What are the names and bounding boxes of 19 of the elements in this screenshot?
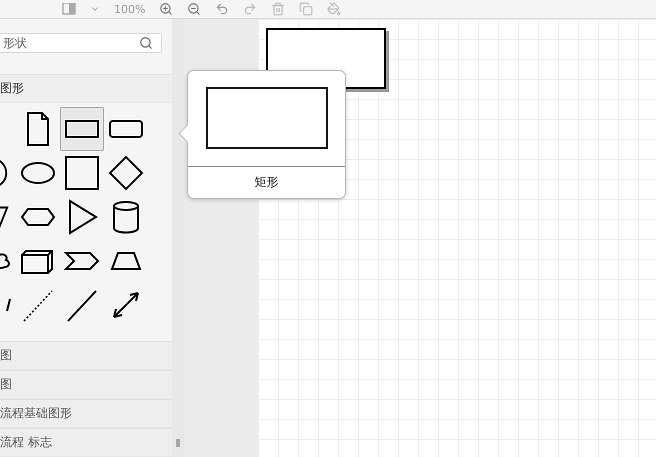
zoom-in-icon[interactable] [159,2,174,16]
square-shape-icon [62,153,102,193]
curve-shape-icon [5,298,11,312]
section-header[interactable]: 图 [0,341,172,370]
cloud-shape-icon [0,253,11,269]
search-bar[interactable]: 形状 [0,33,162,53]
search-icon[interactable] [139,36,153,50]
section-header[interactable]: 流程 标志 [0,428,172,457]
section-header[interactable]: 图形 [0,74,172,103]
diamond-shape-icon [106,153,146,193]
grip-icon[interactable] [176,439,180,447]
undo-icon[interactable] [215,2,230,16]
layout-icon[interactable] [62,3,76,15]
section-header[interactable]: 图 [0,370,172,399]
section-header[interactable]: 流程基础图形 [0,399,172,428]
search-input[interactable]: 形状 [1,35,139,51]
shape-tile[interactable] [60,107,104,151]
tooltip-label: 矩形 [254,174,278,191]
zoom-out-icon[interactable] [187,2,202,16]
